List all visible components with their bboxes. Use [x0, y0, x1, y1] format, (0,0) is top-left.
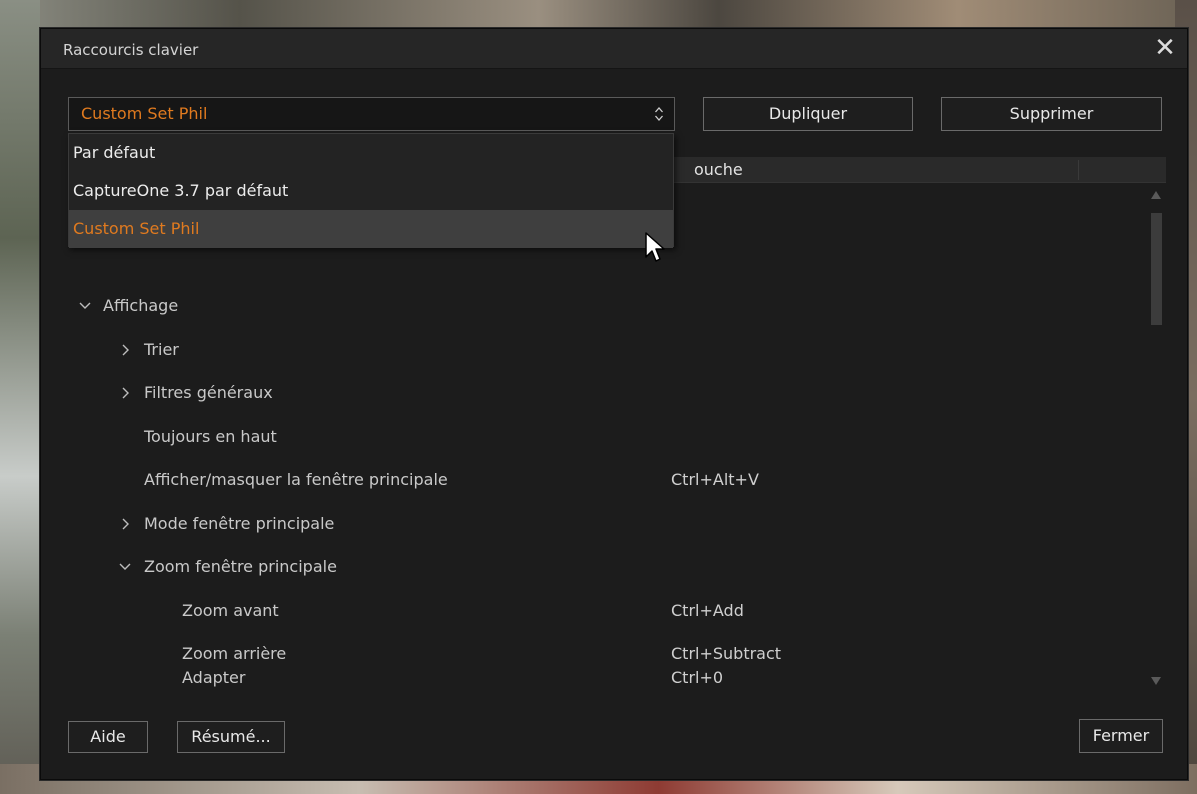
duplicate-button[interactable]: Dupliquer [703, 97, 913, 131]
dialog-title: Raccourcis clavier [63, 41, 199, 59]
tree-row-label: Adapter [182, 668, 246, 687]
column-separator [1078, 160, 1079, 180]
tree-row-label: Mode fenêtre principale [144, 514, 335, 533]
tree-scrollbar[interactable] [1147, 185, 1165, 691]
keyboard-shortcuts-dialog: Raccourcis clavier ✕ Custom Set Phil Dup… [40, 28, 1188, 780]
chevron-right-icon [122, 518, 129, 530]
chevron-right-icon [122, 387, 129, 399]
preset-select[interactable]: Custom Set Phil [68, 97, 675, 131]
tree-row-label: Toujours en haut [144, 427, 277, 446]
tree-row-label: Zoom avant [182, 601, 279, 620]
preset-option-default[interactable]: Par défaut [69, 134, 673, 172]
tree-row-label: Zoom fenêtre principale [144, 557, 337, 576]
shortcut-tree: Affichage Trier Filtres généraux Toujour… [68, 185, 1153, 693]
tree-row-label: Trier [144, 340, 179, 359]
scroll-down-icon[interactable] [1151, 677, 1161, 685]
close-button[interactable]: Fermer [1079, 719, 1163, 753]
background-photo-left [0, 0, 40, 794]
chevron-right-icon [122, 344, 129, 356]
tree-row-shortcut: Ctrl+Alt+V [671, 470, 759, 489]
tree-row-label: Filtres généraux [144, 383, 273, 402]
tree-row-filtres-generaux[interactable]: Filtres généraux [68, 378, 1153, 408]
tree-row-trier[interactable]: Trier [68, 335, 1153, 365]
dialog-titlebar: Raccourcis clavier ✕ [41, 29, 1187, 69]
tree-row-adapter[interactable]: Adapter Ctrl+0 [68, 663, 1153, 693]
preset-dropdown-list: Par défaut CaptureOne 3.7 par défaut Cus… [68, 133, 674, 248]
up-down-arrows-icon [655, 107, 663, 121]
chevron-down-icon [119, 563, 131, 570]
chevron-down-icon [79, 302, 91, 309]
preset-option-captureone[interactable]: CaptureOne 3.7 par défaut [69, 172, 673, 210]
tree-row-zoom-fenetre[interactable]: Zoom fenêtre principale [68, 552, 1153, 582]
preset-select-value: Custom Set Phil [81, 104, 208, 123]
help-button[interactable]: Aide [68, 721, 148, 753]
summary-button[interactable]: Résumé... [177, 721, 285, 753]
delete-button[interactable]: Supprimer [941, 97, 1162, 131]
tree-row-afficher-masquer[interactable]: Afficher/masquer la fenêtre principale C… [68, 465, 1153, 495]
close-icon[interactable]: ✕ [1149, 31, 1181, 65]
tree-row-mode-fenetre[interactable]: Mode fenêtre principale [68, 509, 1153, 539]
scrollbar-thumb[interactable] [1151, 213, 1162, 325]
tree-row-shortcut: Ctrl+Add [671, 601, 744, 620]
preset-option-custom[interactable]: Custom Set Phil [69, 210, 673, 248]
tree-row-label: Afficher/masquer la fenêtre principale [144, 470, 448, 489]
tree-row-zoom-avant[interactable]: Zoom avant Ctrl+Add [68, 596, 1153, 626]
key-column-header: ouche [694, 160, 743, 179]
tree-row-shortcut: Ctrl+0 [671, 668, 724, 687]
background-photo-top [0, 0, 1197, 28]
tree-row-toujours-en-haut[interactable]: Toujours en haut [68, 422, 1153, 452]
scroll-up-icon[interactable] [1151, 191, 1161, 199]
tree-row-label: Affichage [103, 296, 179, 315]
tree-row-affichage[interactable]: Affichage [68, 291, 1153, 321]
mouse-pointer-icon [645, 232, 665, 262]
